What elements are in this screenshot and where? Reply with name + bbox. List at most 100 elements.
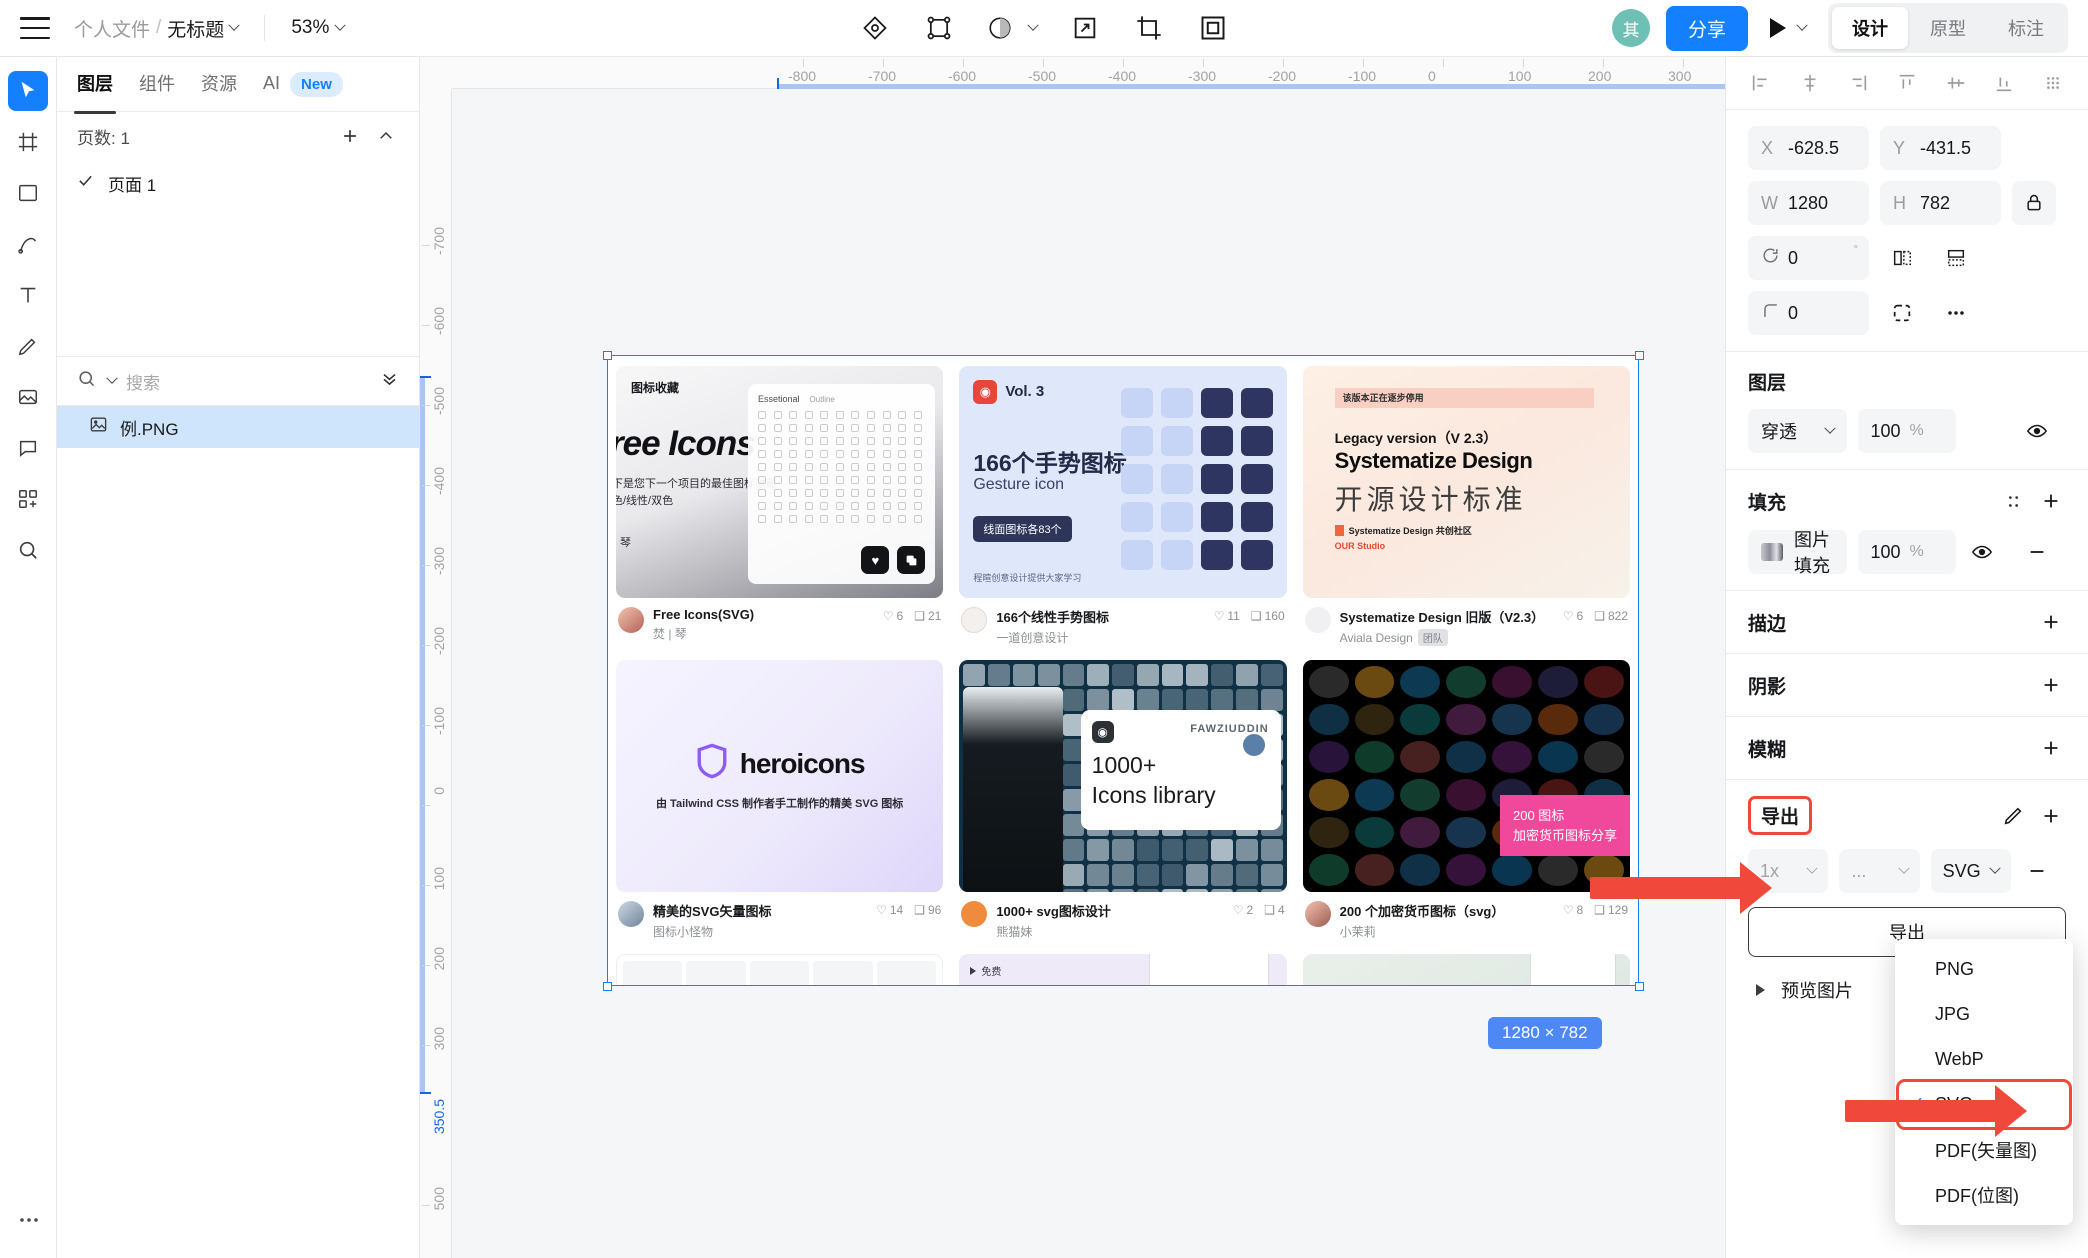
export-format-select[interactable]: SVG <box>1931 849 2011 893</box>
pencil-tool[interactable] <box>8 326 48 366</box>
card-thumbnail[interactable] <box>1303 954 1630 985</box>
tab-components[interactable]: 组件 <box>139 70 175 98</box>
layer-opacity-field[interactable]: 100 % <box>1858 409 1957 453</box>
chevron-down-icon[interactable] <box>1027 20 1038 31</box>
artboard[interactable]: 图标收藏 ree Icons 下是您下一个项目的最佳图标收藏 色/线性/双色 琴 … <box>608 356 1638 985</box>
chevron-up-icon[interactable] <box>373 123 399 149</box>
search-input[interactable]: 搜索 <box>126 369 370 394</box>
vertical-ruler[interactable]: -700 -600 -500 -400 -300 -200 -100 0 100 200 300 50… <box>420 89 452 1258</box>
format-option-jpg[interactable]: JPG <box>1895 992 2073 1037</box>
pencil-icon[interactable] <box>1998 801 2028 831</box>
tab-design[interactable]: 设计 <box>1832 7 1908 49</box>
canvas[interactable]: -800 -700 -600 -500 -400 -300 -200 -100 0 100 200 3… <box>420 57 1725 1258</box>
frame-icon[interactable] <box>923 12 955 44</box>
search-tool[interactable] <box>8 530 48 570</box>
tab-annotate[interactable]: 标注 <box>1988 7 2064 49</box>
present-button[interactable] <box>1770 18 1806 38</box>
component-icon[interactable] <box>859 12 891 44</box>
chevron-down-icon[interactable] <box>229 20 240 31</box>
tab-ai[interactable]: AI <box>263 73 280 96</box>
link-icon[interactable] <box>1069 12 1101 44</box>
avatar[interactable] <box>618 607 644 633</box>
resize-handle-tr[interactable] <box>1635 351 1644 360</box>
card-title[interactable]: 166个线性手势图标 <box>996 607 1204 626</box>
card-thumbnail[interactable]: heroicons 由 Tailwind CSS 制作者手工制作的精美 SVG … <box>616 660 943 892</box>
card-thumbnail[interactable] <box>616 954 943 985</box>
breadcrumb-root[interactable]: 个人文件 <box>74 15 150 42</box>
card-item[interactable]: heroicons 由 Tailwind CSS 制作者手工制作的精美 SVG … <box>616 660 943 940</box>
plus-icon[interactable] <box>2036 801 2066 831</box>
align-left-icon[interactable] <box>1748 70 1774 96</box>
align-right-icon[interactable] <box>1845 70 1871 96</box>
mask-icon[interactable] <box>987 12 1037 44</box>
lock-aspect-icon[interactable] <box>2012 181 2056 225</box>
align-bottom-icon[interactable] <box>1991 70 2017 96</box>
card-item[interactable]: 200 图标 加密货币图标分享 200 个加密货币图标（svg） 小茉莉 ♡ 8 … <box>1303 660 1630 940</box>
flip-vertical-icon[interactable] <box>1934 236 1978 280</box>
pen-tool[interactable] <box>8 224 48 264</box>
rectangle-tool[interactable] <box>8 173 48 213</box>
export-format-dropdown[interactable]: PNG JPG WebP ✓ SVG PDF(矢量图) PDF(位图) <box>1895 939 2073 1225</box>
layer-item-example-png[interactable]: 例.PNG <box>57 406 419 448</box>
distribute-icon[interactable] <box>2040 70 2066 96</box>
avatar[interactable] <box>1305 901 1331 927</box>
crop-icon[interactable] <box>1133 12 1165 44</box>
card-thumbnail[interactable]: 200 图标 加密货币图标分享 <box>1303 660 1630 892</box>
format-option-png[interactable]: PNG <box>1895 947 2073 992</box>
avatar[interactable] <box>961 607 987 633</box>
fill-item[interactable]: 图片填充 <box>1748 530 1847 574</box>
copy-icon[interactable] <box>897 546 925 574</box>
card-item[interactable]: ◉ Vol. 3 166个手势图标 Gesture icon 线面图标各83个 … <box>959 366 1286 646</box>
text-tool[interactable] <box>8 275 48 315</box>
fill-opacity-field[interactable]: 100 % <box>1858 530 1957 574</box>
card-thumbnail[interactable]: 该版本正在逐步停用 Legacy version（V 2.3） Systemat… <box>1303 366 1630 598</box>
format-option-webp[interactable]: WebP <box>1895 1037 2073 1082</box>
breadcrumb-file[interactable]: 无标题 <box>167 15 224 42</box>
tab-layers[interactable]: 图层 <box>77 70 113 98</box>
avatar[interactable] <box>1305 607 1331 633</box>
card-author[interactable]: 焚 | 琴 <box>653 625 874 642</box>
format-option-pdf-bitmap[interactable]: PDF(位图) <box>1895 1172 2073 1217</box>
card-title[interactable]: 精美的SVG矢量图标 <box>653 901 867 920</box>
resize-handle-br[interactable] <box>1635 982 1644 991</box>
chevron-down-icon[interactable] <box>1796 20 1807 31</box>
layer-search-bar[interactable]: 搜索 <box>57 356 419 406</box>
page-item[interactable]: 页面 1 <box>57 160 419 206</box>
chevron-double-down-icon[interactable] <box>380 369 399 393</box>
horizontal-ruler[interactable]: -800 -700 -600 -500 -400 -300 -200 -100 0 100 200 3… <box>420 57 1725 89</box>
plus-icon[interactable] <box>2036 607 2066 637</box>
plus-icon[interactable] <box>2036 670 2066 700</box>
heart-icon[interactable]: ♥ <box>861 546 889 574</box>
card-thumbnail[interactable]: 免费 <box>959 954 1286 985</box>
comment-tool[interactable] <box>8 428 48 468</box>
minus-icon[interactable] <box>2022 537 2052 567</box>
rotation-field[interactable]: 0 ° <box>1748 236 1869 280</box>
avatar[interactable]: 其 <box>1612 9 1650 47</box>
card-title[interactable]: 1000+ svg图标设计 <box>996 901 1223 920</box>
card-item[interactable] <box>1303 954 1630 985</box>
plus-icon[interactable] <box>2036 733 2066 763</box>
resize-handle-tl[interactable] <box>603 351 612 360</box>
flip-horizontal-icon[interactable] <box>1880 236 1924 280</box>
resize-handle-bl[interactable] <box>603 982 612 991</box>
avatar[interactable] <box>618 901 644 927</box>
align-top-icon[interactable] <box>1894 70 1920 96</box>
color-grid-icon[interactable] <box>1998 486 2028 516</box>
tab-prototype[interactable]: 原型 <box>1910 7 1986 49</box>
card-author[interactable]: 图标小怪物 <box>653 923 867 940</box>
eye-icon[interactable] <box>2022 416 2052 446</box>
rail-more-button[interactable] <box>0 1208 57 1232</box>
more-horizontal-icon[interactable] <box>1934 291 1978 335</box>
zoom-level-selector[interactable]: 53% <box>291 17 344 39</box>
frame-tool[interactable] <box>8 122 48 162</box>
share-button[interactable]: 分享 <box>1666 6 1748 51</box>
card-author[interactable]: Aviala Design 团队 <box>1340 629 1554 646</box>
corner-radius-field[interactable]: 0 <box>1748 291 1869 335</box>
hamburger-icon[interactable] <box>20 17 50 39</box>
tab-resources[interactable]: 资源 <box>201 70 237 98</box>
align-center-v-icon[interactable] <box>1943 70 1969 96</box>
export-suffix-select[interactable]: ... <box>1839 849 1919 893</box>
card-title[interactable]: Free Icons(SVG) <box>653 607 874 622</box>
x-field[interactable]: X -628.5 <box>1748 126 1869 170</box>
fit-content-icon[interactable] <box>1880 291 1924 335</box>
